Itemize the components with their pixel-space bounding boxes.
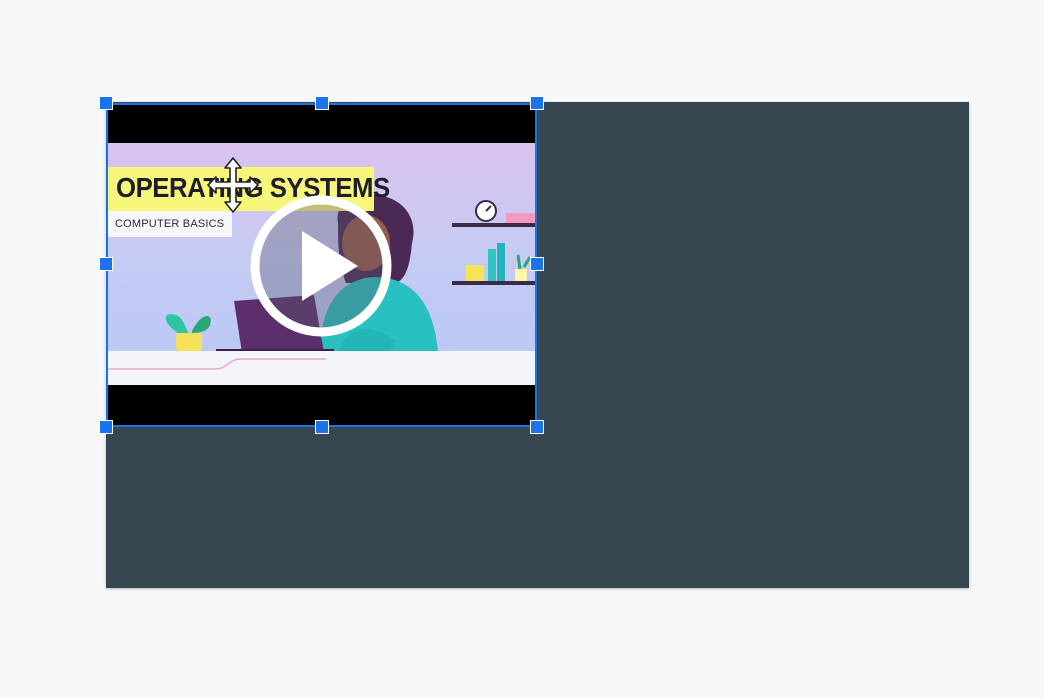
video-subtitle: COMPUTER BASICS <box>115 218 225 230</box>
play-circle-icon[interactable] <box>246 191 396 341</box>
resize-handle-bottom-left[interactable] <box>99 420 113 434</box>
editor-canvas[interactable]: OPERATING SYSTEMS COMPUTER BASICS <box>0 0 1044 698</box>
resize-handle-top-center[interactable] <box>315 96 329 110</box>
resize-handle-top-left[interactable] <box>99 96 113 110</box>
move-cursor-icon <box>207 157 259 213</box>
resize-handle-top-right[interactable] <box>530 96 544 110</box>
resize-handle-middle-left[interactable] <box>99 257 113 271</box>
resize-handle-bottom-right[interactable] <box>530 420 544 434</box>
resize-handle-bottom-center[interactable] <box>315 420 329 434</box>
resize-handle-middle-right[interactable] <box>530 257 544 271</box>
embedded-video[interactable]: OPERATING SYSTEMS COMPUTER BASICS <box>106 103 537 427</box>
